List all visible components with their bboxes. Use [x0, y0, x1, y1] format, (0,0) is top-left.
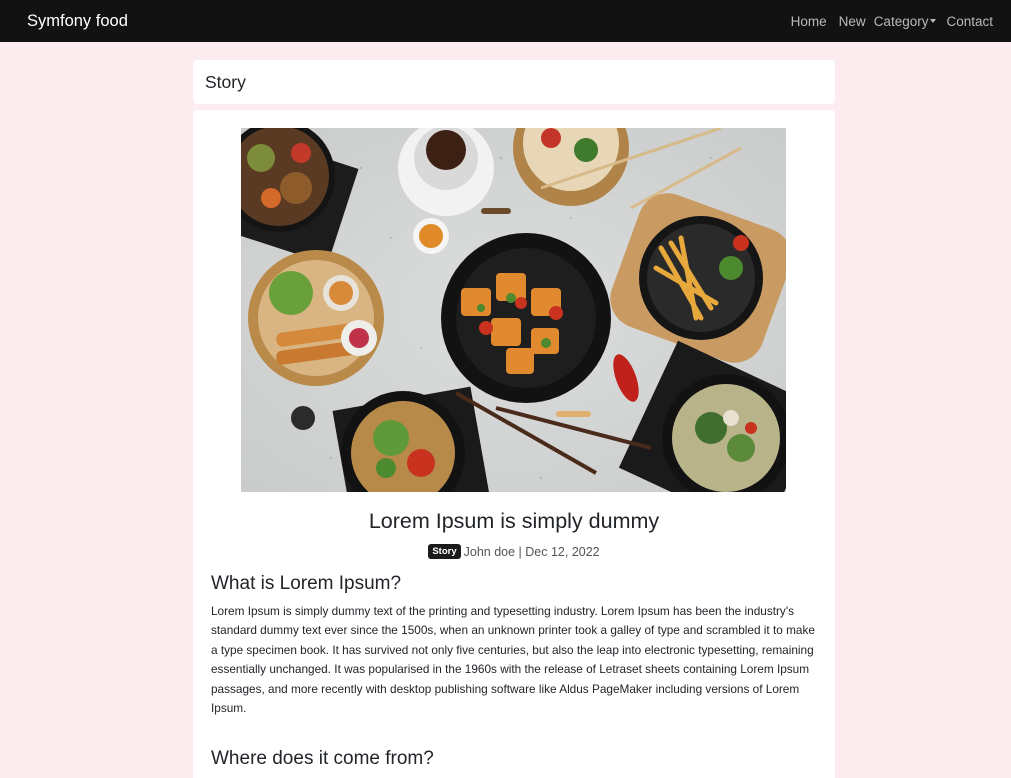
caret-down-icon: [930, 19, 937, 23]
brand-link[interactable]: Symfony food: [27, 12, 128, 31]
nav-dropdown-category[interactable]: Category: [874, 14, 937, 29]
nav-link-home[interactable]: Home: [791, 14, 835, 29]
food-photo-illustration: [241, 128, 786, 492]
nav-link-contact[interactable]: Contact: [946, 14, 993, 29]
article-hero-image: [241, 128, 786, 492]
nav-links: Home New Category Contact: [791, 14, 993, 29]
section-paragraph: Lorem Ipsum is simply dummy text of the …: [211, 604, 815, 716]
article-meta: Story John doe | Dec 12, 2022: [193, 544, 835, 559]
nav-link-new[interactable]: New: [839, 14, 874, 29]
section-heading-2: Where does it come from?: [211, 748, 434, 769]
nav-link-category[interactable]: Category: [874, 14, 929, 29]
page-title: Story: [205, 71, 246, 92]
category-badge: Story: [428, 544, 461, 559]
page-header-card: Story: [193, 60, 835, 104]
top-navbar: Symfony food Home New Category Contact: [0, 0, 1011, 42]
article-title: Lorem Ipsum is simply dummy: [368, 509, 660, 533]
article-card: Lorem Ipsum is simply dummy Story John d…: [193, 110, 835, 778]
author-date: John doe | Dec 12, 2022: [463, 544, 600, 559]
section-heading: What is Lorem Ipsum?: [211, 573, 402, 594]
